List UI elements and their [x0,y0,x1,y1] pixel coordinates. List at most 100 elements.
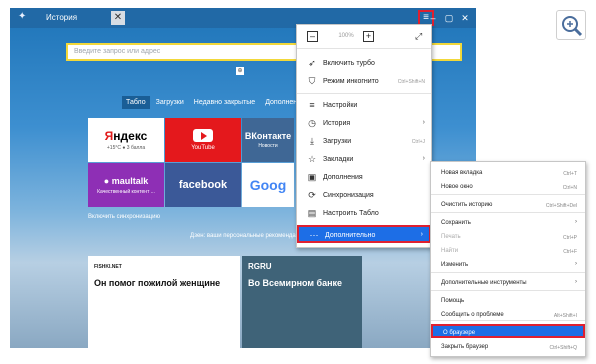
settings-icon: ≡ [309,100,315,110]
zoom-magnifier-icon[interactable] [556,10,586,40]
zoom-level: 100% [338,33,354,39]
menu-item-label: Загрузки [323,138,352,145]
menu-item-label: Дополнения [323,174,363,181]
news-card[interactable]: RGRU Во Всемирном банке [242,256,362,348]
maximize-icon[interactable]: ▢ [442,11,456,25]
news-card[interactable]: FISHKI.NET Он помог пожилой женщине [88,256,240,348]
minimize-icon[interactable]: – [426,11,440,25]
window-controls: – ▢ ✕ [426,11,472,25]
rocket-icon: ➶ [308,58,316,68]
history-icon: ◷ [308,118,316,128]
submenu-item[interactable]: Сохранить › [431,216,585,230]
tab-recently-closed[interactable]: Недавно закрытые [190,96,259,109]
submenu-item-label: Сохранить [441,220,471,226]
submenu-item-label: Помощь [441,298,465,304]
menu-item-label: Дополнительно [325,232,376,239]
menu-item-bookmark[interactable]: ☆ Закладки › [297,151,431,169]
maultalk-sub: Качественный контент ... [97,188,155,195]
menu-item-settings[interactable]: ≡ Настройки [297,97,431,115]
menu-item-history[interactable]: ◷ История › [297,115,431,133]
submenu-item[interactable]: Очистить историю Ctrl+Shift+Del [431,198,585,212]
menu-item-label: История [323,120,351,127]
menu-separator [297,93,431,94]
tab-tableau[interactable]: Табло [122,96,150,109]
card-title: Во Всемирном банке [248,278,343,288]
close-tab-button[interactable]: ✕ [111,11,125,25]
close-icon[interactable]: ✕ [458,11,472,25]
tile-yandex[interactable]: Яндекс +15°C ● 3 балла [88,118,164,162]
tile-google[interactable]: Goog [242,163,294,207]
yandex-logo: Яндекс [104,129,148,143]
tile-maultalk[interactable]: ● maultalk Качественный контент ... [88,163,164,207]
voice-search-icon[interactable]: ⊕ [236,67,244,75]
submenu-item-label: Дополнительные инструменты [441,280,527,286]
submenu-item-shortcut: Ctrl+T [563,171,577,177]
tile-facebook[interactable]: facebook [165,163,241,207]
youtube-play-icon [193,129,213,142]
submenu-item-label: Очистить историю [441,202,493,208]
menu-item-label: Закладки [323,156,354,163]
submenu-item[interactable]: Новая вкладка Ctrl+T [431,166,585,180]
menu-item-more[interactable]: ⋯ Дополнительно › [297,225,431,243]
submenu-item-shortcut: Ctrl+F [563,249,577,255]
submenu-arrow-icon: › [420,231,423,238]
submenu-item: Печать Ctrl+P [431,230,585,244]
submenu-item[interactable]: Изменить › [431,258,585,272]
submenu-item[interactable]: Новое окно Ctrl+N [431,180,585,194]
more-submenu: Новая вкладка Ctrl+T Новое окно Ctrl+N Очист… [430,161,586,357]
fullscreen-icon[interactable]: ⤢ [415,31,422,42]
download-icon: ⤓ [310,136,314,146]
bookmark-icon: ☆ [307,154,317,164]
submenu-item-label: Печать [441,234,461,240]
submenu-arrow-icon: › [575,219,577,225]
window-title: История [46,13,78,22]
submenu-arrow-icon: › [575,261,577,267]
submenu-item-shortcut: Ctrl+P [562,235,577,241]
card-source: RGRU [248,262,272,271]
menu-separator [431,272,585,273]
tile-vk[interactable]: ВКонтакте Новости [242,118,294,162]
menu-item-label: Режим инкогнито [323,78,379,85]
menu-item-shortcut: Ctrl+Shift+N [397,79,425,85]
submenu-item-shortcut: Ctrl+Shift+Q [549,345,577,351]
menu-item-tableau[interactable]: ▤ Настроить Табло [297,205,431,223]
menu-item-incognito[interactable]: ⛉ Режим инкогнито Ctrl+Shift+N [297,73,431,91]
menu-item-download[interactable]: ⤓ Загрузки Ctrl+J [297,133,431,151]
submenu-item-shortcut: Ctrl+N [562,185,577,191]
tab-downloads[interactable]: Загрузки [152,96,188,109]
submenu-item[interactable]: О браузере [431,324,585,338]
submenu-item-label: Найти [441,248,459,254]
submenu-item-label: О браузере [443,330,476,336]
menu-separator [431,290,585,291]
submenu-arrow-icon: › [575,279,577,285]
vk-label: ВКонтакте [244,131,292,141]
incognito-icon: ⛉ [308,76,316,86]
sync-icon: ⟳ [308,190,316,200]
submenu-item[interactable]: Дополнительные инструменты › [431,276,585,290]
submenu-item[interactable]: Помощь [431,294,585,308]
submenu-item-label: Изменить [441,262,469,268]
submenu-item-shortcut: Alt+Shift+I [553,313,577,319]
submenu-item-label: Закрыть браузер [441,344,489,350]
menu-separator [431,212,585,213]
submenu-item[interactable]: Сообщить о проблеме Alt+Shift+I [431,308,585,322]
maultalk-label: ● maultalk [103,175,149,186]
zoom-in-button[interactable]: + [363,31,374,42]
menu-item-sync[interactable]: ⟳ Синхронизация [297,187,431,205]
menu-item-rocket[interactable]: ➶ Включить турбо [297,55,431,73]
menu-separator [431,194,585,195]
submenu-item[interactable]: Закрыть браузер Ctrl+Shift+Q [431,340,585,354]
more-icon: ⋯ [309,230,319,240]
tile-youtube[interactable]: YouTube [165,118,241,162]
tableau-icon: ▤ [307,208,317,218]
submenu-item-label: Новое окно [441,184,473,190]
menu-item-extensions[interactable]: ▣ Дополнения [297,169,431,187]
vk-sub: Новости [258,143,278,149]
zoom-out-button[interactable]: – [307,31,318,42]
back-arrow-icon[interactable]: ✦ [18,11,26,22]
zen-hint: Дзен: ваши персональные рекомендации [190,233,306,239]
submenu-item-label: Сообщить о проблеме [441,312,504,318]
search-placeholder: Введите запрос или адрес [74,48,161,55]
enable-sync-link[interactable]: Включить синхронизацию [88,214,160,220]
submenu-item-label: Новая вкладка [441,170,483,176]
